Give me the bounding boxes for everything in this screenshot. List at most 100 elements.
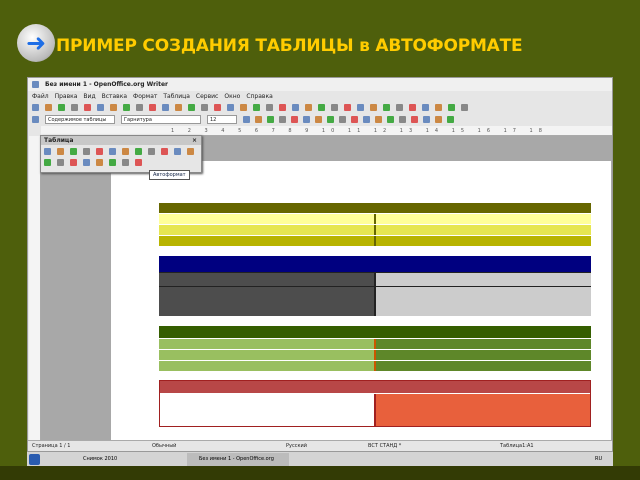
toolbar-icon[interactable] xyxy=(175,103,182,111)
format-icon[interactable] xyxy=(363,115,370,123)
table-cell[interactable] xyxy=(376,350,591,360)
table-cell[interactable] xyxy=(376,225,591,235)
format-icon[interactable] xyxy=(279,115,286,123)
table-tool-icon[interactable] xyxy=(161,148,168,155)
format-icon[interactable] xyxy=(387,115,394,123)
table-cell[interactable] xyxy=(159,273,376,286)
keyboard-layout[interactable]: RU xyxy=(595,456,602,462)
table-tool-icon[interactable] xyxy=(109,159,116,166)
table-cell[interactable] xyxy=(159,361,376,371)
table-tool-icon[interactable] xyxy=(135,159,142,166)
format-icon[interactable] xyxy=(243,115,250,123)
styles-icon[interactable] xyxy=(32,115,39,123)
toolbar-icon[interactable] xyxy=(370,103,377,111)
toolbar-icon[interactable] xyxy=(305,103,312,111)
toolbar-icon[interactable] xyxy=(188,103,195,111)
menu-item[interactable]: Файл xyxy=(32,93,49,100)
autoformat-table[interactable] xyxy=(159,326,591,371)
format-icon[interactable] xyxy=(375,115,382,123)
format-icon[interactable] xyxy=(423,115,430,123)
table-cell[interactable] xyxy=(376,273,591,286)
format-icon[interactable] xyxy=(303,115,310,123)
arrow-right-icon[interactable]: ➜ xyxy=(17,24,55,62)
table-tool-icon[interactable] xyxy=(44,159,51,166)
format-icon[interactable] xyxy=(411,115,418,123)
toolbar-icon[interactable] xyxy=(162,103,169,111)
task-writer[interactable]: Без имени 1 - OpenOffice.org Writer xyxy=(187,453,289,475)
toolbar-icon[interactable] xyxy=(344,103,351,111)
table-header-row[interactable] xyxy=(159,256,591,272)
toolbar-icon[interactable] xyxy=(201,103,208,111)
menu-item[interactable]: Вид xyxy=(83,93,95,100)
menu-item[interactable]: Вставка xyxy=(102,93,127,100)
table-cell[interactable] xyxy=(159,225,376,235)
menu-item[interactable]: Формат xyxy=(133,93,157,100)
toolbar-icon[interactable] xyxy=(461,103,468,111)
font-select[interactable]: Гарнитура xyxy=(121,114,201,124)
menu-item[interactable]: Таблица xyxy=(163,93,190,100)
table-cell[interactable] xyxy=(376,287,591,316)
toolbar-icon[interactable] xyxy=(136,103,143,111)
toolbar-icon[interactable] xyxy=(240,103,247,111)
table-cell[interactable] xyxy=(376,394,590,426)
toolbar-icon[interactable] xyxy=(357,103,364,111)
vertical-ruler[interactable] xyxy=(29,136,41,440)
format-icon[interactable] xyxy=(315,115,322,123)
toolbar-icon[interactable] xyxy=(71,103,78,111)
status-mode[interactable]: ВСТ СТАНД * xyxy=(368,443,401,449)
autoformat-table[interactable] xyxy=(159,380,591,427)
toolbar-icon[interactable] xyxy=(279,103,286,111)
format-icon[interactable] xyxy=(267,115,274,123)
table-cell[interactable] xyxy=(159,287,376,316)
table-cell[interactable] xyxy=(376,339,591,349)
table-tool-icon[interactable] xyxy=(96,159,103,166)
format-icon[interactable] xyxy=(327,115,334,123)
toolbar-icon[interactable] xyxy=(448,103,455,111)
autoformat-table[interactable] xyxy=(159,203,591,246)
table-header-row[interactable] xyxy=(159,203,591,213)
table-tool-icon[interactable] xyxy=(109,148,116,155)
table-header-row[interactable] xyxy=(160,381,590,393)
format-icon[interactable] xyxy=(291,115,298,123)
size-select[interactable]: 12 xyxy=(207,114,237,124)
table-cell[interactable] xyxy=(160,394,376,426)
format-icon[interactable] xyxy=(399,115,406,123)
table-tool-icon[interactable] xyxy=(96,148,103,155)
table-header-row[interactable] xyxy=(159,326,591,338)
close-icon[interactable]: × xyxy=(192,136,197,145)
table-cell[interactable] xyxy=(159,350,376,360)
format-icon[interactable] xyxy=(255,115,262,123)
format-icon[interactable] xyxy=(339,115,346,123)
table-tool-icon[interactable] xyxy=(148,148,155,155)
toolbar-icon[interactable] xyxy=(292,103,299,111)
toolbar-icon[interactable] xyxy=(396,103,403,111)
table-tool-icon[interactable] xyxy=(174,148,181,155)
toolbar-icon[interactable] xyxy=(331,103,338,111)
table-tool-icon[interactable] xyxy=(135,148,142,155)
table-tool-icon[interactable] xyxy=(57,148,64,155)
toolbar-icon[interactable] xyxy=(149,103,156,111)
format-icon[interactable] xyxy=(351,115,358,123)
table-cell[interactable] xyxy=(159,214,376,224)
toolbar-icon[interactable] xyxy=(409,103,416,111)
format-icon[interactable] xyxy=(435,115,442,123)
table-tool-icon[interactable] xyxy=(122,148,129,155)
menu-item[interactable]: Окно xyxy=(224,93,240,100)
kde-menu-icon[interactable] xyxy=(29,454,40,465)
table-cell[interactable] xyxy=(376,361,591,371)
table-tool-icon[interactable] xyxy=(83,159,90,166)
menu-item[interactable]: Сервис xyxy=(196,93,218,100)
toolbar-icon[interactable] xyxy=(253,103,260,111)
table-tool-icon[interactable] xyxy=(57,159,64,166)
table-cell[interactable] xyxy=(376,236,591,246)
toolbar-icon[interactable] xyxy=(383,103,390,111)
toolbar-icon[interactable] xyxy=(123,103,130,111)
toolbar-icon[interactable] xyxy=(58,103,65,111)
toolbar-icon[interactable] xyxy=(110,103,117,111)
style-select[interactable]: Содержимое таблицы xyxy=(45,114,115,124)
toolbar-icon[interactable] xyxy=(32,103,39,111)
toolbar-icon[interactable] xyxy=(266,103,273,111)
table-tool-icon[interactable] xyxy=(187,148,194,155)
table-tool-icon[interactable] xyxy=(70,159,77,166)
autoformat-table[interactable] xyxy=(159,256,591,316)
